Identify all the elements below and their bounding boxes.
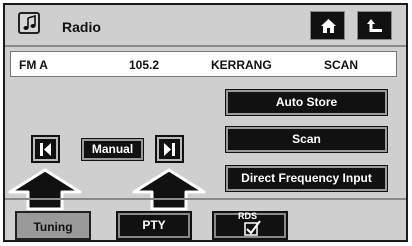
back-button[interactable] (357, 11, 392, 40)
tab-divider (5, 198, 406, 200)
band-label: FM A (19, 58, 48, 72)
seek-previous-icon (40, 143, 51, 156)
station-info-bar: FM A 105.2 KERRANG SCAN (10, 51, 397, 77)
tab-pty[interactable]: PTY (116, 211, 192, 240)
mode-label: SCAN (324, 58, 359, 72)
up-arrow-icon (132, 168, 206, 210)
checkbox-icon (244, 220, 261, 236)
station-name-label: KERRANG (211, 58, 272, 72)
title-bar: Radio (5, 5, 406, 47)
seek-next-button[interactable] (155, 135, 184, 163)
home-icon (321, 19, 336, 33)
return-arrow-icon (367, 19, 382, 32)
seek-next-icon (164, 143, 175, 156)
home-button[interactable] (310, 11, 345, 40)
up-arrow-icon (8, 168, 82, 210)
tab-rds[interactable]: RDS (212, 211, 288, 240)
radio-screen: Radio FM A 105.2 KERRANG SCAN Auto Store… (3, 3, 408, 242)
manual-tuning-button[interactable]: Manual (81, 138, 144, 161)
tab-tuning[interactable]: Tuning (15, 211, 91, 240)
scan-button[interactable]: Scan (225, 126, 388, 153)
seek-previous-button[interactable] (31, 135, 60, 163)
page-title: Radio (62, 19, 101, 35)
music-note-icon (18, 12, 40, 34)
auto-store-button[interactable]: Auto Store (225, 89, 388, 116)
frequency-label: 105.2 (129, 58, 160, 72)
direct-frequency-input-button[interactable]: Direct Frequency Input (225, 165, 388, 192)
